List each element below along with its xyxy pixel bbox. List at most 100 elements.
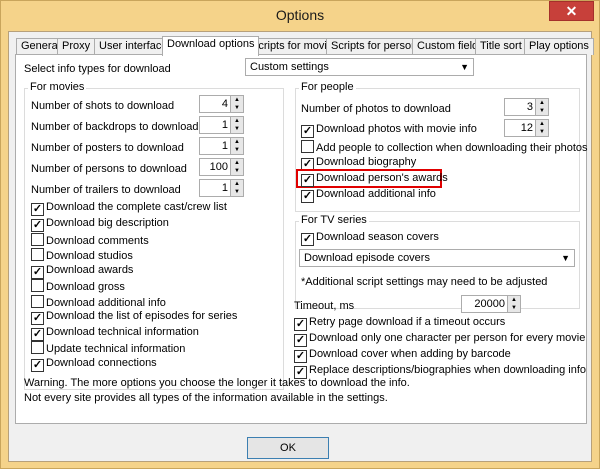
checkbox[interactable]: ✓	[31, 203, 44, 216]
movie-check-technical-info[interactable]: ✓ Download technical information	[31, 326, 199, 341]
timeout-label: Timeout, ms	[294, 300, 355, 312]
tab-proxy[interactable]: Proxy	[57, 38, 96, 55]
window-title: Options	[275, 7, 325, 23]
people-group-title: For people	[299, 81, 356, 93]
checkbox[interactable]: ✓	[294, 334, 307, 347]
trailers-label: Number of trailers to download	[31, 184, 181, 196]
info-types-select[interactable]: Custom settings ▼	[245, 58, 474, 76]
download-options-panel: Select info types for download Custom se…	[15, 54, 588, 424]
movie-check-connections[interactable]: ✓ Download connections	[31, 357, 157, 372]
spin-up-icon[interactable]: ▲	[231, 117, 243, 125]
people-check-photos-movie[interactable]: ✓ Download photos with movie info	[301, 123, 477, 138]
checkbox[interactable]	[301, 140, 314, 153]
movie-check-comments[interactable]: Download comments	[31, 233, 149, 247]
info-types-value: Custom settings	[250, 61, 329, 73]
checkbox[interactable]	[31, 295, 44, 308]
people-check-add-collection[interactable]: Add people to collection when downloadin…	[301, 140, 588, 154]
checkbox[interactable]: ✓	[31, 312, 44, 325]
shots-spinner[interactable]: 4 ▲ ▼	[199, 95, 244, 113]
checkbox[interactable]	[31, 279, 44, 292]
movie-check-big-description[interactable]: ✓ Download big description	[31, 217, 169, 232]
checkbox[interactable]: ✓	[294, 350, 307, 363]
checkbox[interactable]: ✓	[31, 328, 44, 341]
spin-up-icon[interactable]: ▲	[536, 120, 548, 128]
photos-spinner[interactable]: 3 ▲ ▼	[504, 98, 549, 116]
tab-download-options[interactable]: Download options	[162, 36, 260, 56]
spin-down-icon[interactable]: ▼	[536, 107, 548, 115]
title-bar[interactable]: Options ✕	[1, 1, 599, 30]
info-types-label: Select info types for download	[24, 63, 171, 75]
movie-check-gross[interactable]: Download gross	[31, 279, 125, 293]
ok-button[interactable]: OK	[247, 437, 329, 459]
tab-title-sort[interactable]: Title sort	[475, 38, 527, 55]
backdrops-spinner[interactable]: 1 ▲ ▼	[199, 116, 244, 134]
spin-up-icon[interactable]: ▲	[231, 138, 243, 146]
trailers-spinner[interactable]: 1 ▲ ▼	[199, 179, 244, 197]
timeout-spinner[interactable]: 20000 ▲ ▼	[461, 295, 521, 313]
spin-down-icon[interactable]: ▼	[231, 146, 243, 154]
episode-covers-select[interactable]: Download episode covers ▼	[299, 249, 575, 267]
checkbox[interactable]: ✓	[301, 233, 314, 246]
photos-value: 3	[526, 101, 533, 113]
timeout-value: 20000	[474, 298, 505, 310]
movie-check-studios[interactable]: Download studios	[31, 248, 133, 262]
backdrops-value: 1	[221, 119, 228, 131]
photos-movie-value: 12	[520, 122, 533, 134]
persons-spinner[interactable]: 100 ▲ ▼	[199, 158, 244, 176]
spin-down-icon[interactable]: ▼	[231, 104, 243, 112]
photos-label: Number of photos to download	[301, 103, 451, 115]
photos-movie-spinner[interactable]: 12 ▲ ▼	[504, 119, 549, 137]
spin-down-icon[interactable]: ▼	[231, 188, 243, 196]
checkbox[interactable]: ✓	[31, 266, 44, 279]
posters-spinner[interactable]: 1 ▲ ▼	[199, 137, 244, 155]
spin-up-icon[interactable]: ▲	[231, 96, 243, 104]
trailers-value: 1	[221, 182, 228, 194]
episode-covers-value: Download episode covers	[304, 252, 430, 264]
backdrops-label: Number of backdrops to download	[31, 121, 199, 133]
checkbox[interactable]: ✓	[301, 125, 314, 138]
people-check-persons-awards[interactable]: ✓ Download person's awards	[301, 172, 448, 187]
checkbox[interactable]: ✓	[301, 174, 314, 187]
warning-line-1: Warning. The more options you choose the…	[24, 377, 410, 389]
spin-up-icon[interactable]: ▲	[508, 296, 520, 304]
movie-check-cast[interactable]: ✓ Download the complete cast/crew list	[31, 201, 227, 216]
tab-user-interface[interactable]: User interface	[94, 38, 173, 55]
checkbox[interactable]	[31, 248, 44, 261]
misc-check-barcode-cover[interactable]: ✓ Download cover when adding by barcode	[294, 348, 511, 363]
checkbox[interactable]: ✓	[294, 318, 307, 331]
spin-up-icon[interactable]: ▲	[231, 180, 243, 188]
dialog-client: General Proxy User interface Download op…	[8, 31, 594, 462]
spin-down-icon[interactable]: ▼	[508, 304, 520, 312]
checkbox[interactable]: ✓	[301, 190, 314, 203]
tv-group-title: For TV series	[299, 214, 369, 226]
misc-check-replace-descriptions[interactable]: ✓ Replace descriptions/biographies when d…	[294, 364, 586, 379]
people-check-additional-info[interactable]: ✓ Download additional info	[301, 188, 436, 203]
posters-label: Number of posters to download	[31, 142, 184, 154]
movie-check-update-technical[interactable]: Update technical information	[31, 341, 185, 355]
posters-value: 1	[221, 140, 228, 152]
misc-check-one-character[interactable]: ✓ Download only one character per person …	[294, 332, 585, 347]
people-check-biography[interactable]: ✓ Download biography	[301, 156, 416, 171]
tv-check-season-covers[interactable]: ✓ Download season covers	[301, 231, 439, 246]
movies-group-title: For movies	[28, 81, 87, 93]
misc-check-retry[interactable]: ✓ Retry page download if a timeout occurs	[294, 316, 505, 331]
close-icon: ✕	[565, 3, 578, 19]
movie-check-episodes[interactable]: ✓ Download the list of episodes for serie…	[31, 310, 237, 325]
spin-down-icon[interactable]: ▼	[231, 125, 243, 133]
checkbox[interactable]	[31, 233, 44, 246]
close-button[interactable]: ✕	[549, 1, 594, 21]
chevron-down-icon: ▼	[561, 253, 570, 263]
checkbox[interactable]	[31, 341, 44, 354]
checkbox[interactable]: ✓	[31, 359, 44, 372]
spin-down-icon[interactable]: ▼	[231, 167, 243, 175]
movie-check-additional-info[interactable]: Download additional info	[31, 295, 166, 309]
chevron-down-icon: ▼	[460, 62, 469, 72]
checkbox[interactable]: ✓	[31, 219, 44, 232]
tab-play-options[interactable]: Play options	[524, 38, 594, 55]
movie-check-awards[interactable]: ✓ Download awards	[31, 264, 133, 279]
spin-up-icon[interactable]: ▲	[536, 99, 548, 107]
shots-value: 4	[221, 98, 228, 110]
spin-down-icon[interactable]: ▼	[536, 128, 548, 136]
persons-label: Number of persons to download	[31, 163, 187, 175]
spin-up-icon[interactable]: ▲	[231, 159, 243, 167]
